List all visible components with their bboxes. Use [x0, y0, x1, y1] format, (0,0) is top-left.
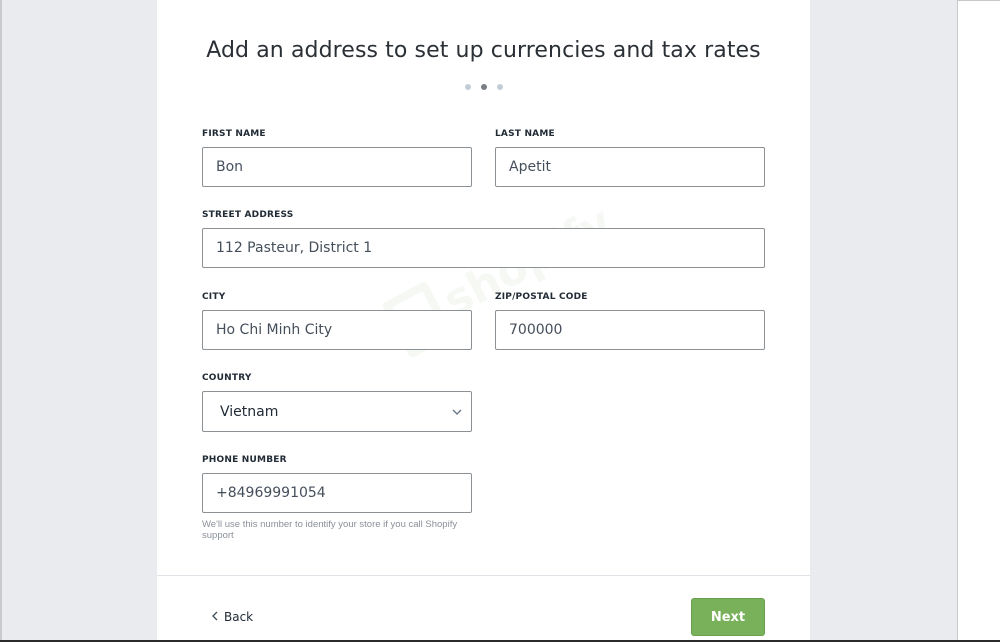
phone-field[interactable]: +84969991054	[202, 473, 472, 513]
country-label: COUNTRY	[202, 373, 252, 383]
back-button-label: Back	[224, 610, 254, 624]
zip-value: 700000	[509, 322, 563, 338]
step-indicator	[157, 84, 810, 90]
city-label: CITY	[202, 292, 226, 302]
street-address-label: STREET ADDRESS	[202, 210, 294, 220]
zip-label: ZIP/POSTAL CODE	[495, 292, 588, 302]
street-address-field[interactable]: 112 Pasteur, District 1	[202, 228, 765, 268]
city-value: Ho Chi Minh City	[216, 322, 333, 338]
footer-divider	[157, 575, 810, 576]
step-dot-2	[480, 84, 487, 90]
back-button[interactable]: Back	[212, 610, 253, 624]
phone-help-text: We'll use this number to identify your s…	[202, 519, 458, 541]
shopify-watermark: shopify	[361, 152, 643, 397]
left-background-panel	[0, 0, 157, 642]
country-value: Vietnam	[220, 403, 279, 420]
last-name-field[interactable]: Apetit	[495, 147, 765, 187]
city-field[interactable]: Ho Chi Minh City	[202, 310, 472, 350]
street-address-value: 112 Pasteur, District 1	[216, 240, 373, 256]
phone-label: PHONE NUMBER	[202, 455, 287, 465]
first-name-label: FIRST NAME	[202, 129, 266, 139]
last-name-value: Apetit	[509, 159, 551, 175]
next-button[interactable]: Next	[691, 598, 765, 636]
first-name-value: Bon	[216, 159, 244, 175]
page-title: Add an address to set up currencies and …	[206, 38, 761, 63]
country-select[interactable]: Vietnam	[202, 391, 472, 432]
chevron-left-icon	[212, 610, 218, 624]
zip-field[interactable]: 700000	[495, 310, 765, 350]
right-background-panel	[810, 0, 958, 642]
phone-value: +84969991054	[216, 485, 326, 501]
step-dot-3	[496, 84, 503, 90]
chevron-down-icon	[443, 409, 471, 415]
onboarding-card: Add an address to set up currencies and …	[157, 0, 810, 642]
step-dot-1	[464, 84, 471, 90]
last-name-label: LAST NAME	[495, 129, 555, 139]
first-name-field[interactable]: Bon	[202, 147, 472, 187]
